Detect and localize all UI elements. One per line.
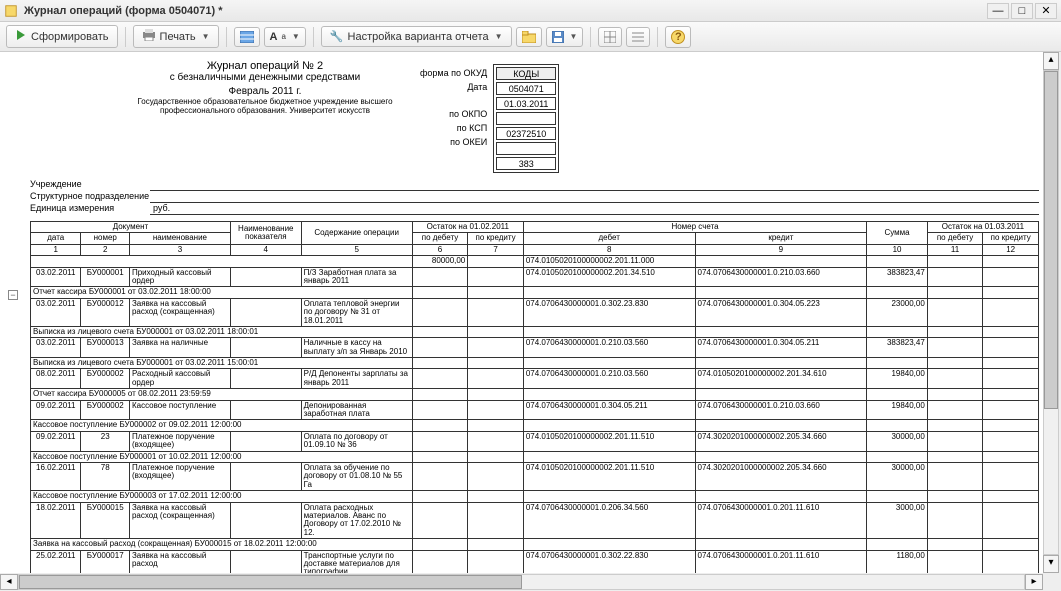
report-area[interactable]: − Журнал операций № 2 с безналичными ден…	[0, 52, 1061, 573]
maximize-button[interactable]: □	[1011, 3, 1033, 19]
ksp-label: по КСП	[420, 121, 487, 135]
print-label: Печать	[160, 31, 196, 43]
separator	[226, 27, 227, 47]
dropdown-icon: ▼	[202, 32, 210, 41]
dept-label: Структурное подразделение	[30, 191, 150, 203]
okei-label: по ОКЕИ	[420, 135, 487, 149]
separator	[590, 27, 591, 47]
minimize-button[interactable]: —	[987, 3, 1009, 19]
scroll-down-button[interactable]: ▾	[1043, 555, 1059, 573]
font-button[interactable]: Aa▼	[264, 27, 306, 47]
report-period: Февраль 2011 г.	[130, 86, 400, 97]
table-view-button[interactable]	[234, 27, 260, 47]
settings-label: Настройка варианта отчета	[348, 31, 489, 43]
run-report-button[interactable]: Сформировать	[6, 25, 118, 48]
date-label: Дата	[420, 80, 487, 94]
separator	[657, 27, 658, 47]
list-button[interactable]	[626, 27, 650, 47]
scroll-corner	[1043, 573, 1061, 591]
report-subtitle: с безналичными денежными средствами	[130, 72, 400, 83]
report-title: Журнал операций № 2	[130, 60, 400, 72]
separator	[125, 27, 126, 47]
window-title: Журнал операций (форма 0504071) *	[24, 5, 985, 17]
codes-table: КОДЫ 0504071 01.03.2011 02372510 383	[493, 64, 559, 173]
grid-button[interactable]	[598, 27, 622, 47]
okud-label: форма по ОКУД	[420, 66, 487, 80]
printer-icon	[142, 29, 156, 44]
help-icon: ?	[671, 30, 685, 44]
inst-label: Учреждение	[30, 179, 150, 191]
scroll-right-button[interactable]: ▸	[1025, 574, 1043, 590]
scroll-thumb[interactable]	[1044, 71, 1058, 409]
dropdown-icon: ▼	[495, 32, 503, 41]
scroll-thumb[interactable]	[19, 575, 522, 589]
save-button[interactable]: ▼	[546, 27, 584, 47]
horizontal-scrollbar[interactable]: ◂ ▸	[0, 573, 1043, 591]
collapse-toggle[interactable]: −	[8, 290, 18, 300]
operations-table: Документ Наименование показателя Содержа…	[30, 221, 1039, 573]
app-icon	[4, 4, 18, 18]
okpo-label: по ОКПО	[420, 107, 487, 121]
scroll-up-button[interactable]: ▴	[1043, 52, 1059, 70]
open-button[interactable]	[516, 27, 542, 47]
print-button[interactable]: Печать ▼	[133, 25, 219, 48]
play-icon	[15, 29, 27, 44]
run-report-label: Сформировать	[31, 31, 109, 43]
separator	[313, 27, 314, 47]
unit-label: Единица измерения	[30, 203, 150, 215]
scroll-left-button[interactable]: ◂	[0, 574, 18, 590]
report-org: Государственное образовательное бюджетно…	[130, 97, 400, 115]
help-button[interactable]: ?	[665, 26, 691, 48]
report-settings-button[interactable]: 🔧 Настройка варианта отчета ▼	[321, 26, 512, 47]
vertical-scrollbar[interactable]: ▴ ▾	[1043, 52, 1061, 573]
wrench-icon: 🔧	[330, 30, 344, 43]
close-button[interactable]: ✕	[1035, 3, 1057, 19]
